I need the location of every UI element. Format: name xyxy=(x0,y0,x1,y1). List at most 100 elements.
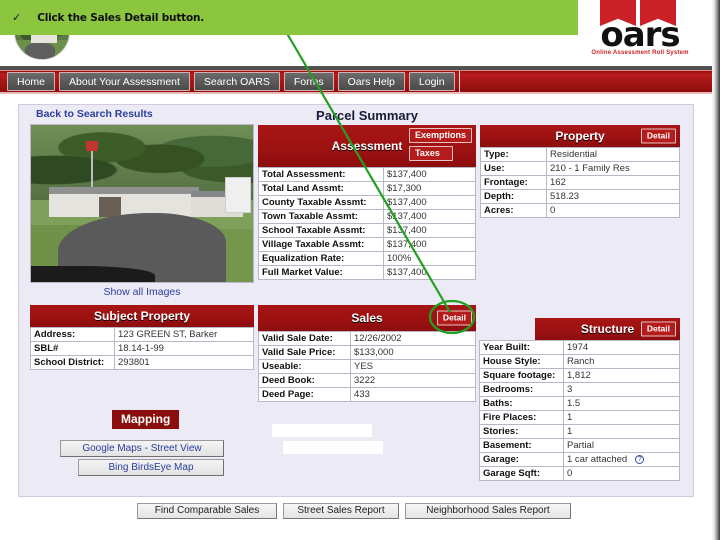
table-row: Full Market Value: $137,400 xyxy=(258,265,476,280)
row-value: Residential xyxy=(546,147,680,162)
bing-birdseye-map-button[interactable]: Bing BirdsEye Map xyxy=(78,459,224,476)
subject-property-heading: Subject Property xyxy=(93,309,191,323)
structure-heading: Structure xyxy=(580,322,635,336)
structure-detail-button[interactable]: Detail xyxy=(640,321,676,337)
row-value: 18.14-1-99 xyxy=(114,341,254,356)
row-value: $17,300 xyxy=(383,181,476,196)
checkmark-icon: ✓ xyxy=(12,11,22,24)
subject-property-card: Subject Property Address: 123 GREEN ST, B… xyxy=(30,305,254,370)
property-card-header: Property Detail xyxy=(480,125,680,147)
row-label: Baths: xyxy=(479,396,564,411)
row-label: Stories: xyxy=(479,424,564,439)
neighborhood-sales-report-button[interactable]: Neighborhood Sales Report xyxy=(405,503,571,519)
table-row: Stories: 1 xyxy=(479,424,680,439)
logo-tagline: Online Assessment Roll System xyxy=(591,50,689,56)
row-label: Acres: xyxy=(480,203,547,218)
sales-card: Sales Detail Valid Sale Date: 12/26/2002 … xyxy=(258,305,476,402)
main-navigation: Home About Your Assessment Search OARS F… xyxy=(0,70,712,94)
row-value: 162 xyxy=(546,175,680,190)
sales-table: Valid Sale Date: 12/26/2002 Valid Sale Pr… xyxy=(258,331,476,402)
structure-card-header: Structure Detail xyxy=(535,318,680,340)
table-row: Village Taxable Assmt: $137,400 xyxy=(258,237,476,252)
nav-item-about[interactable]: About Your Assessment xyxy=(59,72,190,91)
row-value: 0 xyxy=(546,203,680,218)
property-photo[interactable] xyxy=(30,124,254,283)
nav-item-search[interactable]: Search OARS xyxy=(193,72,280,91)
table-row: Garage: 1 car attached? xyxy=(479,452,680,467)
show-all-images-link[interactable]: Show all Images xyxy=(30,286,254,298)
table-row: Depth: 518.23 xyxy=(480,189,680,204)
assessment-card-header: Assessment Exemptions Taxes xyxy=(258,125,476,167)
assessment-heading: Assessment xyxy=(331,139,403,153)
row-label: Town Taxable Assmt: xyxy=(258,209,384,224)
oars-logo[interactable]: oars Online Assessment Roll System xyxy=(580,0,700,62)
nav-item-home[interactable]: Home xyxy=(7,72,56,91)
table-row: School District: 293801 xyxy=(30,355,254,370)
row-label: School Taxable Assmt: xyxy=(258,223,384,238)
row-label: Depth: xyxy=(480,189,547,204)
row-value: $137,400 xyxy=(383,167,476,182)
row-value: $137,400 xyxy=(383,265,476,280)
row-value: 1 xyxy=(563,424,680,439)
table-row: Valid Sale Date: 12/26/2002 xyxy=(258,331,476,346)
browser-page: oars Online Assessment Roll System Home … xyxy=(0,0,720,540)
table-row: Year Built: 1974 xyxy=(479,340,680,355)
instruction-text: Click the Sales Detail button. xyxy=(37,11,205,24)
row-label: Type: xyxy=(480,147,547,162)
sales-detail-button[interactable]: Detail xyxy=(436,310,472,326)
table-row: Basement: Partial xyxy=(479,438,680,453)
row-label: Year Built: xyxy=(479,340,564,355)
table-row: Square footage: 1,812 xyxy=(479,368,680,383)
property-detail-button[interactable]: Detail xyxy=(640,128,676,144)
table-row: Acres: 0 xyxy=(480,203,680,218)
table-row: Use: 210 - 1 Family Res xyxy=(480,161,680,176)
table-row: Address: 123 GREEN ST, Barker xyxy=(30,327,254,342)
row-value: $137,400 xyxy=(383,209,476,224)
find-comparable-sales-button[interactable]: Find Comparable Sales xyxy=(137,503,277,519)
row-value: 123 GREEN ST, Barker xyxy=(114,327,254,342)
nav-item-oars-help[interactable]: Oars Help xyxy=(337,72,405,91)
table-row: Town Taxable Assmt: $137,400 xyxy=(258,209,476,224)
back-to-search-results-link[interactable]: Back to Search Results xyxy=(36,108,153,120)
row-value: Partial xyxy=(563,438,680,453)
assessment-card: Assessment Exemptions Taxes Total Assess… xyxy=(258,125,476,280)
sales-card-header: Sales Detail xyxy=(258,305,476,331)
blank-placeholder-box xyxy=(272,424,372,437)
row-label: Square footage: xyxy=(479,368,564,383)
sales-heading: Sales xyxy=(351,311,383,325)
blank-placeholder-box xyxy=(283,441,383,454)
table-row: Deed Book: 3222 xyxy=(258,373,476,388)
property-heading: Property xyxy=(555,129,605,143)
row-value: $137,400 xyxy=(383,237,476,252)
row-label: Address: xyxy=(30,327,115,342)
row-value: 433 xyxy=(350,387,476,402)
google-maps-street-view-button[interactable]: Google Maps - Street View xyxy=(60,440,224,457)
row-value: 1.5 xyxy=(563,396,680,411)
row-value: 1 car attached? xyxy=(563,452,680,467)
row-label: Useable: xyxy=(258,359,351,374)
row-label: School District: xyxy=(30,355,115,370)
table-row: Valid Sale Price: $133,000 xyxy=(258,345,476,360)
table-row: Useable: YES xyxy=(258,359,476,374)
table-row: Total Assessment: $137,400 xyxy=(258,167,476,182)
page-title: Parcel Summary xyxy=(316,108,418,123)
row-label: Garage Sqft: xyxy=(479,466,564,481)
row-value: 12/26/2002 xyxy=(350,331,476,346)
row-value: YES xyxy=(350,359,476,374)
nav-item-forms[interactable]: Forms xyxy=(283,72,334,91)
row-label: House Style: xyxy=(479,354,564,369)
table-row: Frontage: 162 xyxy=(480,175,680,190)
street-sales-report-button[interactable]: Street Sales Report xyxy=(283,503,399,519)
property-table: Type: Residential Use: 210 - 1 Family Res … xyxy=(480,147,680,218)
row-label: Valid Sale Date: xyxy=(258,331,351,346)
garage-value: 1 car attached xyxy=(567,454,628,465)
exemptions-button[interactable]: Exemptions xyxy=(408,128,472,143)
nav-item-login[interactable]: Login xyxy=(408,72,455,91)
help-icon[interactable]: ? xyxy=(635,454,645,464)
row-value: $133,000 xyxy=(350,345,476,360)
taxes-button[interactable]: Taxes xyxy=(408,146,453,161)
row-label: Fire Places: xyxy=(479,410,564,425)
nav-divider xyxy=(458,70,460,93)
structure-table: Year Built: 1974 House Style: Ranch Square… xyxy=(479,340,680,481)
row-value: 1 xyxy=(563,410,680,425)
